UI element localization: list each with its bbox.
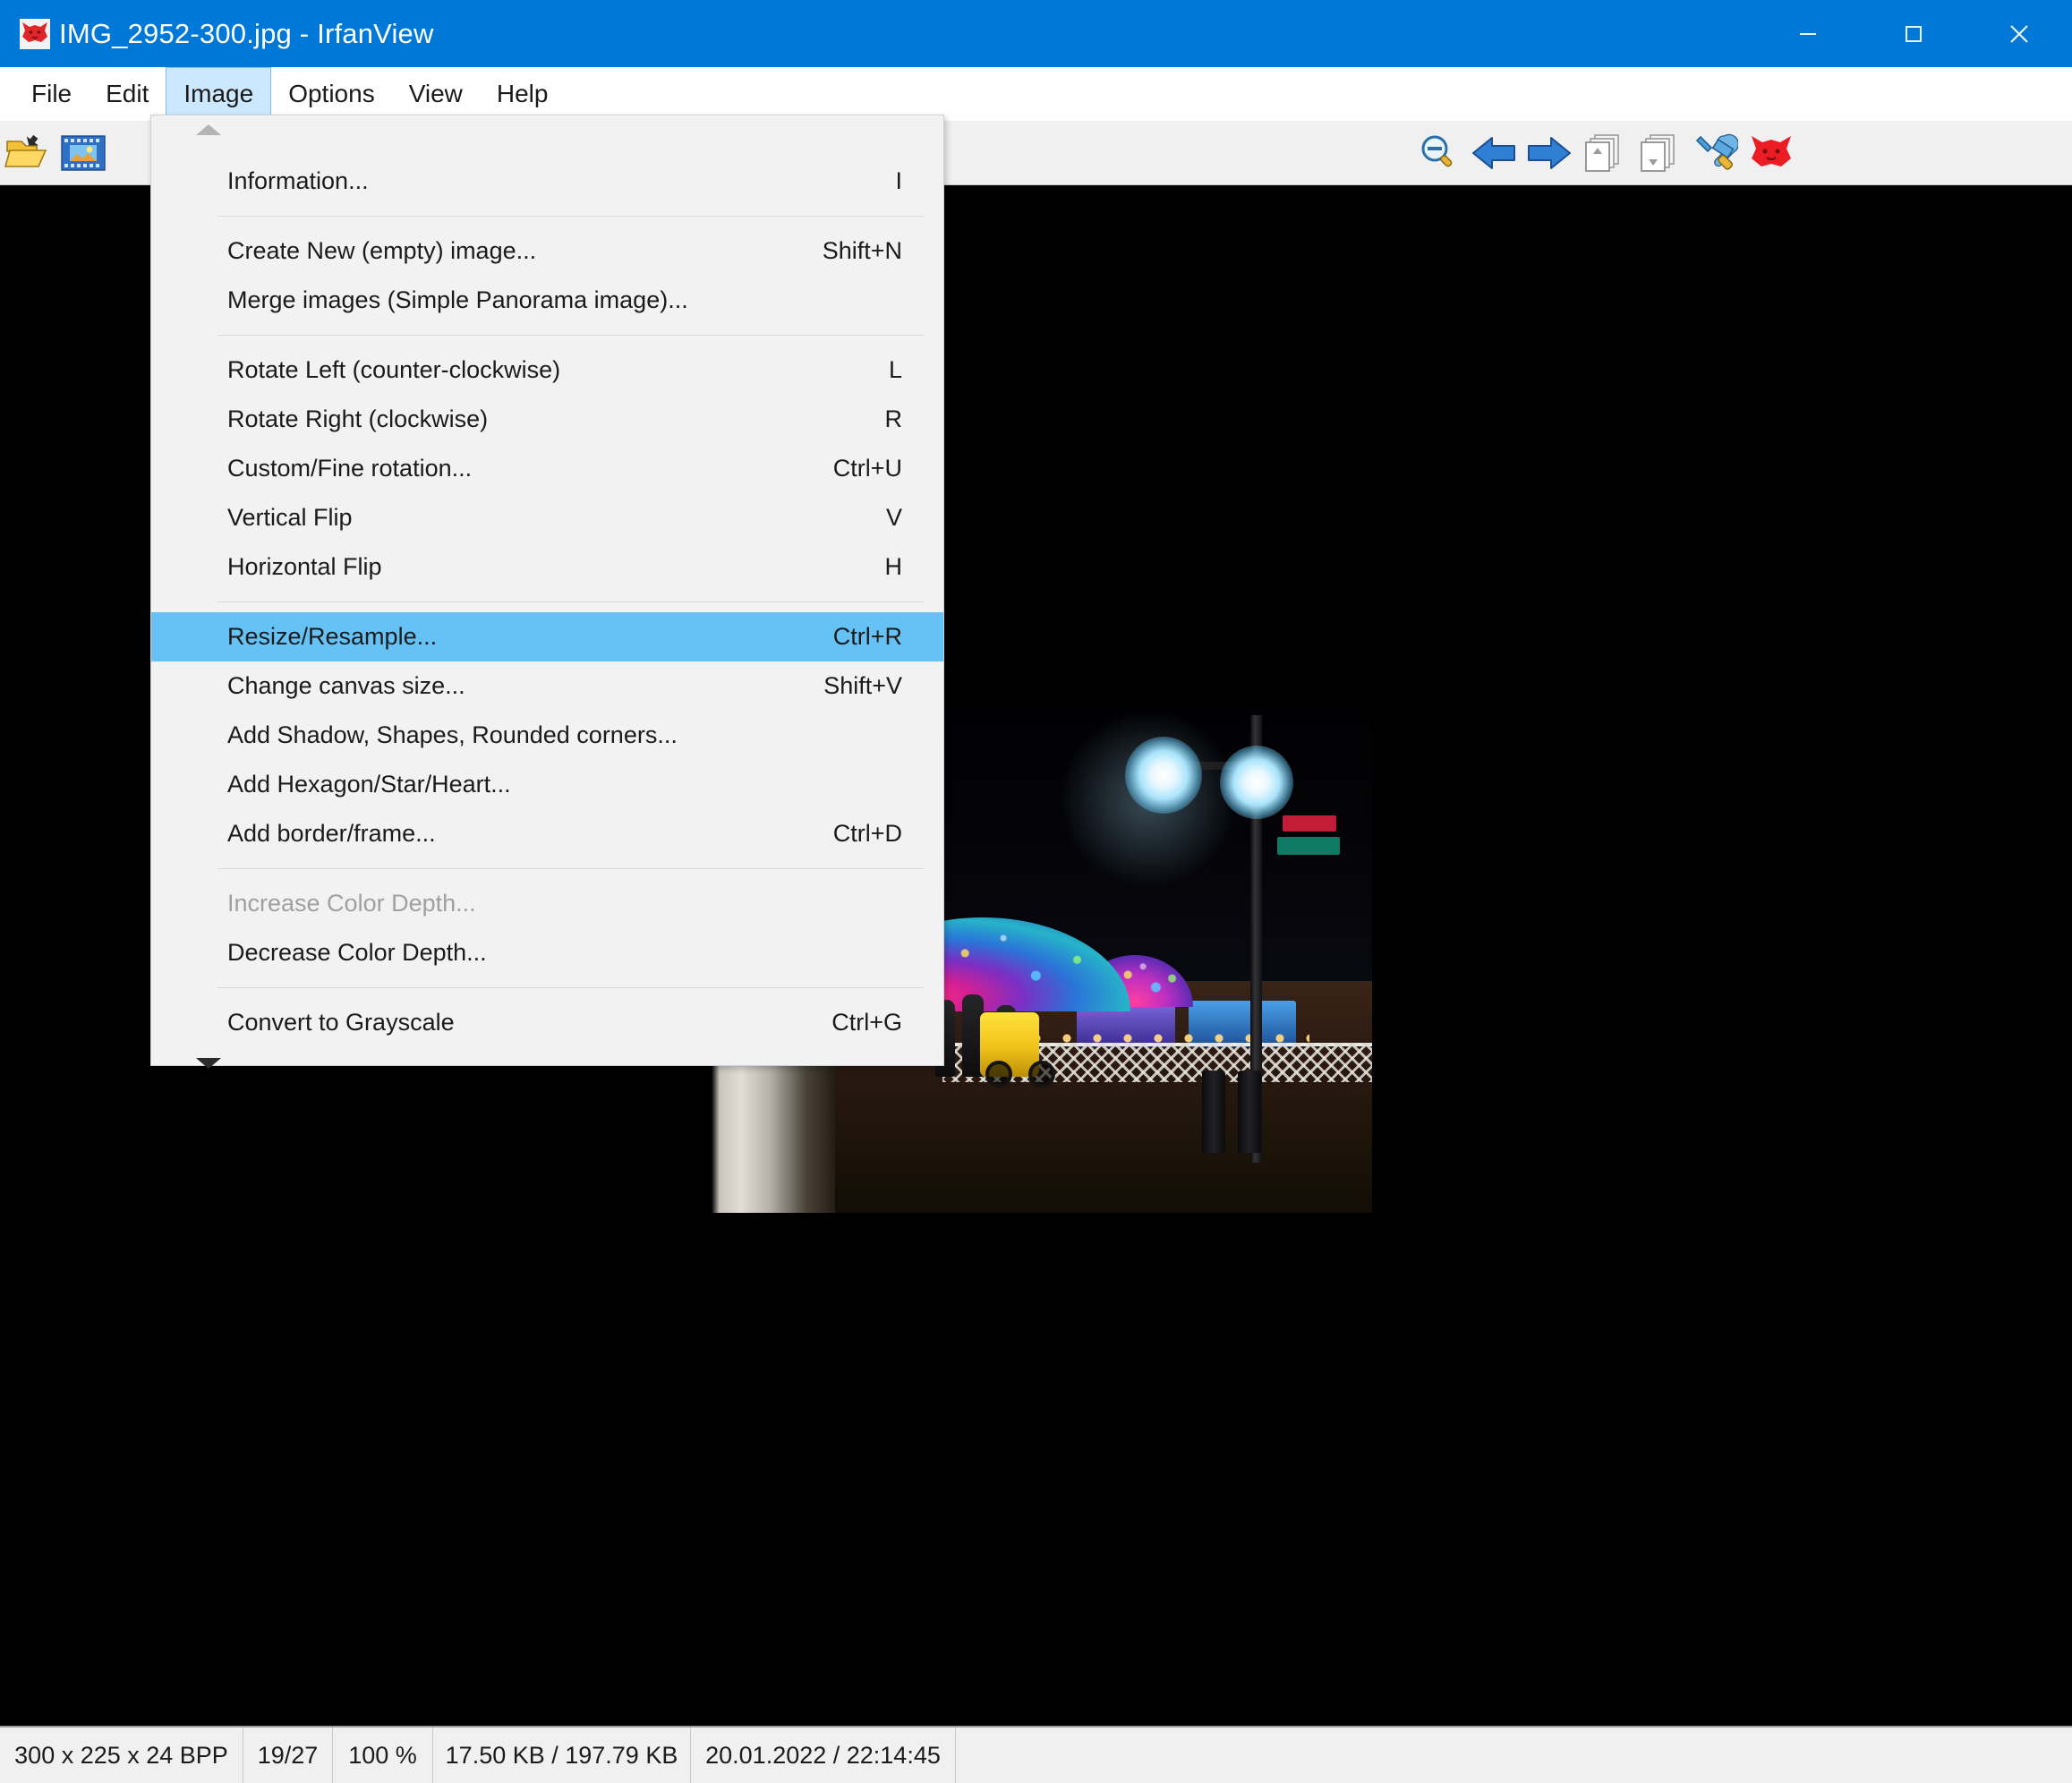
status-datetime: 20.01.2022 / 22:14:45 xyxy=(691,1728,956,1783)
menu-item-rotate-right[interactable]: Rotate Right (clockwise) R xyxy=(151,395,943,444)
window-title: IMG_2952-300.jpg - IrfanView xyxy=(59,17,434,49)
menu-separator xyxy=(217,987,924,988)
tools-settings-icon[interactable] xyxy=(1688,125,1744,181)
menu-item-label: Merge images (Simple Panorama image)... xyxy=(227,286,688,313)
menu-view[interactable]: View xyxy=(392,67,480,121)
menu-item-merge-images[interactable]: Merge images (Simple Panorama image)... xyxy=(151,276,943,325)
menu-item-resize-resample[interactable]: Resize/Resample... Ctrl+R xyxy=(151,612,943,661)
menu-item-label: Information... xyxy=(227,167,369,194)
menu-item-change-canvas-size[interactable]: Change canvas size... Shift+V xyxy=(151,661,943,711)
status-index: 19/27 xyxy=(243,1728,333,1783)
menu-item-information[interactable]: Information... I xyxy=(151,157,943,206)
menu-item-rotate-left[interactable]: Rotate Left (counter-clockwise) L xyxy=(151,346,943,395)
menu-item-label: Custom/Fine rotation... xyxy=(227,455,473,482)
menu-item-label: Rotate Left (counter-clockwise) xyxy=(227,356,561,383)
menu-item-label: Create New (empty) image... xyxy=(227,237,537,264)
scroll-down-arrow-icon[interactable] xyxy=(151,1047,943,1078)
thumbnails-icon[interactable] xyxy=(55,125,111,181)
menu-item-horizontal-flip[interactable]: Horizontal Flip H xyxy=(151,542,943,592)
menu-item-label: Convert to Grayscale xyxy=(227,1009,455,1036)
menu-separator xyxy=(217,601,924,602)
menu-item-label: Add Shadow, Shapes, Rounded corners... xyxy=(227,721,678,748)
menu-item-decrease-color-depth[interactable]: Decrease Color Depth... xyxy=(151,928,943,977)
open-folder-icon[interactable] xyxy=(0,125,55,181)
menu-item-add-border-frame[interactable]: Add border/frame... Ctrl+D xyxy=(151,809,943,858)
menu-item-label: Increase Color Depth... xyxy=(227,890,476,917)
menu-item-accel: Ctrl+D xyxy=(832,820,902,847)
menu-bar: File Edit Image Options View Help xyxy=(0,67,2072,121)
menu-item-add-shadow-shapes-rounded-corners[interactable]: Add Shadow, Shapes, Rounded corners... xyxy=(151,711,943,760)
menu-item-accel: H xyxy=(884,553,903,580)
menu-options[interactable]: Options xyxy=(271,67,392,121)
status-filesize: 17.50 KB / 197.79 KB xyxy=(433,1728,691,1783)
menu-item-accel: Shift+N xyxy=(822,237,902,264)
menu-item-vertical-flip[interactable]: Vertical Flip V xyxy=(151,493,943,542)
menu-separator xyxy=(217,868,924,869)
menu-item-label: Decrease Color Depth... xyxy=(227,939,487,966)
scroll-up-arrow-icon[interactable] xyxy=(151,115,943,146)
menu-edit[interactable]: Edit xyxy=(89,67,166,121)
maximize-button[interactable] xyxy=(1861,0,1966,67)
menu-item-label: Add Hexagon/Star/Heart... xyxy=(227,771,511,798)
menu-item-accel: Ctrl+R xyxy=(832,623,902,650)
next-arrow-icon[interactable] xyxy=(1522,125,1577,181)
menu-item-convert-to-grayscale[interactable]: Convert to Grayscale Ctrl+G xyxy=(151,998,943,1047)
previous-arrow-icon[interactable] xyxy=(1466,125,1522,181)
status-dimensions: 300 x 225 x 24 BPP xyxy=(0,1728,243,1783)
menu-item-add-hexagon-star-heart[interactable]: Add Hexagon/Star/Heart... xyxy=(151,760,943,809)
menu-item-label: Resize/Resample... xyxy=(227,623,438,650)
menu-file[interactable]: File xyxy=(14,67,89,121)
menu-separator xyxy=(217,335,924,336)
menu-item-accel: L xyxy=(888,356,902,383)
menu-help[interactable]: Help xyxy=(480,67,566,121)
menu-separator xyxy=(217,216,924,217)
menu-item-custom-fine-rotation[interactable]: Custom/Fine rotation... Ctrl+U xyxy=(151,444,943,493)
menu-item-label: Vertical Flip xyxy=(227,504,353,531)
menu-item-accel: V xyxy=(885,504,902,531)
irfanview-cat-icon xyxy=(20,18,50,49)
menu-item-label: Add border/frame... xyxy=(227,820,436,847)
menu-item-accel: Ctrl+U xyxy=(832,455,902,482)
batch-up-icon[interactable] xyxy=(1577,125,1633,181)
title-bar: IMG_2952-300.jpg - IrfanView xyxy=(0,0,2072,67)
status-zoom: 100 % xyxy=(333,1728,433,1783)
menu-item-create-new-empty-image[interactable]: Create New (empty) image... Shift+N xyxy=(151,226,943,276)
zoom-out-icon[interactable] xyxy=(1411,125,1466,181)
menu-item-accel: Shift+V xyxy=(823,672,902,699)
menu-image[interactable]: Image xyxy=(166,67,272,121)
batch-down-icon[interactable] xyxy=(1633,125,1688,181)
window-controls xyxy=(1755,0,2072,67)
status-bar: 300 x 225 x 24 BPP 19/27 100 % 17.50 KB … xyxy=(0,1726,2072,1783)
menu-item-accel: Ctrl+G xyxy=(831,1009,902,1036)
close-button[interactable] xyxy=(1966,0,2072,67)
image-menu-dropdown[interactable]: Information... I Create New (empty) imag… xyxy=(150,115,944,1069)
menu-item-accel: R xyxy=(884,405,903,432)
menu-item-increase-color-depth: Increase Color Depth... xyxy=(151,879,943,928)
menu-item-accel: I xyxy=(895,167,902,194)
menu-item-label: Horizontal Flip xyxy=(227,553,382,580)
irfanview-cat-icon[interactable] xyxy=(1744,125,1799,181)
menu-item-label: Change canvas size... xyxy=(227,672,465,699)
minimize-button[interactable] xyxy=(1755,0,1861,67)
menu-item-label: Rotate Right (clockwise) xyxy=(227,405,489,432)
